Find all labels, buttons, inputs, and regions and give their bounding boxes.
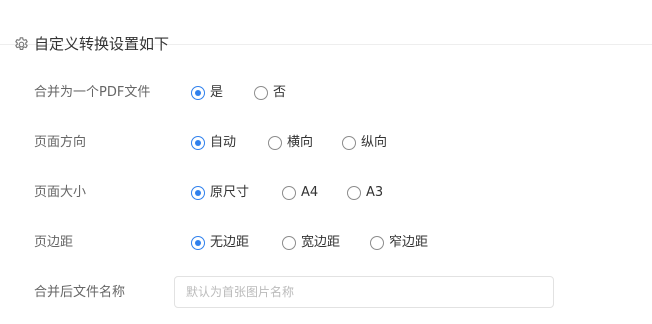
margin-option-narrow-label: 窄边距 xyxy=(389,235,429,250)
page-size-option-original[interactable]: 原尺寸 xyxy=(191,183,249,203)
orientation-option-auto[interactable]: 自动 xyxy=(191,133,236,153)
merge-label: 合并为一个PDF文件 xyxy=(34,85,151,100)
page-size-option-a3-label: A3 xyxy=(366,185,384,200)
radio-unchecked-indicator[interactable] xyxy=(347,186,361,200)
margin-label: 页边距 xyxy=(34,235,74,250)
margin-option-wide[interactable]: 宽边距 xyxy=(282,233,340,253)
gear-icon xyxy=(15,37,28,51)
orientation-option-auto-label: 自动 xyxy=(210,135,237,150)
section-title: 自定义转换设置如下 xyxy=(34,35,170,53)
merge-option-no-label: 否 xyxy=(273,85,287,100)
page-size-option-a3[interactable]: A3 xyxy=(347,183,383,203)
page-size-option-a4-label: A4 xyxy=(301,185,319,200)
margin-option-wide-label: 宽边距 xyxy=(301,235,341,250)
radio-checked-indicator[interactable] xyxy=(191,236,205,250)
orientation-option-landscape-label: 横向 xyxy=(287,135,314,150)
radio-checked-indicator[interactable] xyxy=(191,86,205,100)
radio-unchecked-indicator[interactable] xyxy=(370,236,384,250)
orientation-option-landscape[interactable]: 横向 xyxy=(268,133,313,153)
radio-unchecked-indicator[interactable] xyxy=(254,86,268,100)
margin-option-none[interactable]: 无边距 xyxy=(191,233,249,253)
merge-option-yes-label: 是 xyxy=(210,85,224,100)
radio-unchecked-indicator[interactable] xyxy=(282,236,296,250)
radio-unchecked-indicator[interactable] xyxy=(268,136,282,150)
radio-checked-indicator[interactable] xyxy=(191,136,205,150)
margin-option-none-label: 无边距 xyxy=(210,235,250,250)
merge-option-yes[interactable]: 是 xyxy=(191,83,223,103)
filename-input[interactable] xyxy=(174,276,554,308)
orientation-option-portrait[interactable]: 纵向 xyxy=(342,133,387,153)
orientation-option-portrait-label: 纵向 xyxy=(361,135,388,150)
page-size-label: 页面大小 xyxy=(34,185,87,200)
orientation-label: 页面方向 xyxy=(34,135,87,150)
page-size-option-original-label: 原尺寸 xyxy=(210,185,250,200)
radio-unchecked-indicator[interactable] xyxy=(282,186,296,200)
merge-option-no[interactable]: 否 xyxy=(254,83,286,103)
radio-unchecked-indicator[interactable] xyxy=(342,136,356,150)
radio-checked-indicator[interactable] xyxy=(191,186,205,200)
page-size-option-a4[interactable]: A4 xyxy=(282,183,318,203)
margin-option-narrow[interactable]: 窄边距 xyxy=(370,233,428,253)
filename-label: 合并后文件名称 xyxy=(34,285,126,300)
